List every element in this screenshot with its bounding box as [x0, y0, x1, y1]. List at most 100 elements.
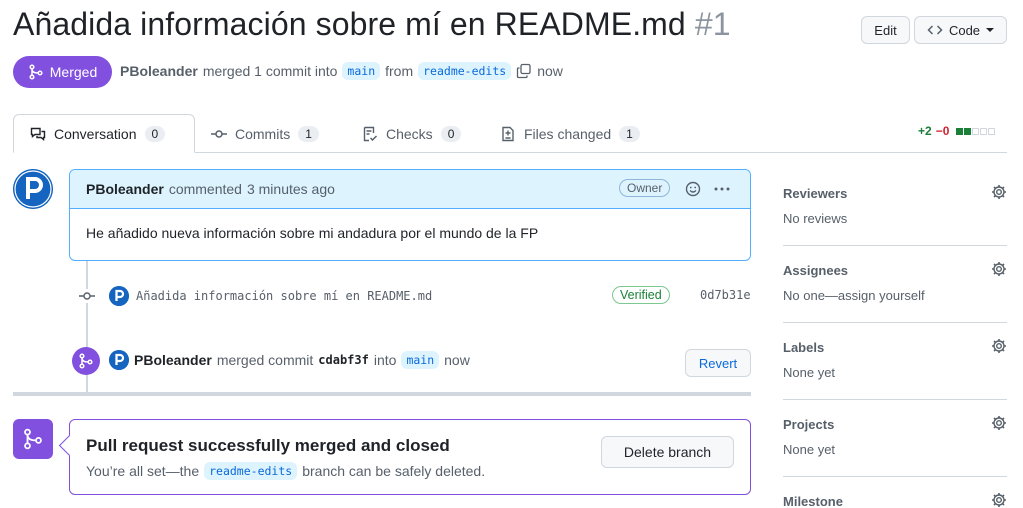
tab-checks[interactable]: Checks 0 [362, 114, 462, 153]
merged-text: merged 1 commit into [202, 63, 338, 79]
merge-status-suffix: branch can be safely deleted. [302, 463, 486, 479]
tab-checks-label: Checks [386, 125, 433, 142]
sidebar-divider [783, 245, 1007, 246]
git-merge-icon [79, 353, 93, 369]
checklist-icon [363, 126, 378, 141]
comment-header: PBoleander commented 3 minutes ago Owner [70, 170, 750, 209]
chevron-down-icon [986, 28, 995, 32]
merge-into-text: into [373, 352, 397, 368]
sidebar-divider [783, 322, 1007, 323]
merged-state-badge: Merged [13, 56, 112, 88]
merge-status-title: Pull request successfully merged and clo… [86, 436, 450, 455]
diffstat-additions: +2 [918, 124, 932, 138]
user-avatar-icon [109, 286, 129, 306]
sidebar-assignees-title: Assignees [783, 263, 849, 278]
sidebar-labels-title: Labels [783, 340, 825, 355]
tab-commits-count: 1 [298, 125, 319, 142]
gear-icon[interactable] [991, 492, 1007, 508]
merge-status-box: Pull request successfully merged and clo… [69, 419, 751, 495]
merge-target-branch[interactable]: main [401, 351, 440, 369]
tab-files-changed-label: Files changed [524, 125, 612, 142]
sidebar-divider [783, 399, 1007, 400]
owner-badge: Owner [619, 179, 671, 197]
kebab-horizontal-icon[interactable] [713, 181, 731, 197]
commit-row: Añadida información sobre mí en README.m… [109, 285, 751, 307]
commit-author-avatar[interactable] [109, 286, 129, 306]
sidebar-labels[interactable]: Labels None yet [783, 338, 1007, 380]
merge-status-subtitle: You’re all set—the readme-edits branch c… [86, 462, 485, 480]
merge-status-branch: readme-edits [204, 462, 298, 480]
sidebar-projects-value: None yet [783, 442, 836, 457]
comment-body: He añadido nueva información sobre mi an… [86, 225, 539, 241]
delete-branch-label: Delete branch [623, 444, 712, 460]
diffstat-bar [955, 127, 996, 135]
sidebar-projects-title: Projects [783, 417, 835, 432]
sidebar-reviewers-value: No reviews [783, 211, 848, 226]
pr-title: Añadida información sobre mí en README.m… [13, 6, 731, 43]
timeline-break [13, 392, 751, 396]
sidebar-projects[interactable]: Projects None yet [783, 415, 1007, 457]
user-avatar-icon [109, 350, 129, 370]
commit-message-link[interactable]: Añadida información sobre mí en README.m… [136, 289, 432, 303]
pr-number: #1 [694, 6, 731, 42]
code-button-label: Code [948, 22, 981, 38]
sidebar-milestone[interactable]: Milestone [783, 492, 1007, 508]
commit-sha-link[interactable]: 0d7b31e [700, 288, 751, 302]
comment-author[interactable]: PBoleander [86, 181, 164, 197]
diffstat-deletions: −0 [935, 124, 950, 138]
sidebar-milestone-title: Milestone [783, 494, 843, 508]
file-diff-icon [502, 126, 514, 141]
author-link[interactable]: PBoleander [120, 63, 198, 79]
merged-time: now [537, 63, 563, 79]
merged-state-label: Merged [49, 64, 98, 80]
sidebar-reviewers[interactable]: Reviewers No reviews [783, 184, 1007, 226]
tab-commits[interactable]: Commits 1 [211, 114, 319, 153]
smiley-icon[interactable] [685, 181, 701, 197]
edit-button-label: Edit [874, 22, 897, 38]
comment-box: PBoleander commented 3 minutes ago Owner… [69, 169, 751, 261]
delete-branch-button[interactable]: Delete branch [601, 436, 734, 468]
pr-title-text: Añadida información sobre mí en README.m… [13, 6, 686, 42]
gear-icon[interactable] [991, 338, 1007, 354]
merge-event-row: PBoleander merged commit cdabf3f into ma… [109, 349, 470, 371]
git-merge-icon [24, 428, 42, 450]
tab-checks-count: 0 [440, 125, 462, 142]
from-text: from [385, 63, 414, 79]
head-branch[interactable]: readme-edits [418, 62, 512, 80]
sidebar-labels-value: None yet [783, 365, 836, 380]
git-commit-icon [211, 129, 227, 138]
tab-files-changed-count: 1 [619, 125, 640, 142]
comment-discussion-icon [30, 127, 46, 141]
edit-button[interactable]: Edit [861, 16, 910, 44]
tab-conversation-count: 0 [144, 125, 166, 142]
merge-author-link[interactable]: PBoleander [134, 352, 212, 368]
tab-files-changed[interactable]: Files changed 1 [500, 114, 640, 153]
merge-action: merged commit [216, 352, 314, 368]
sidebar-divider [783, 476, 1007, 477]
avatar[interactable] [13, 169, 53, 209]
merge-commit-sha[interactable]: cdabf3f [318, 353, 369, 367]
gear-icon[interactable] [991, 261, 1007, 277]
tab-conversation[interactable]: Conversation 0 [13, 114, 195, 153]
base-branch[interactable]: main [342, 62, 381, 80]
merge-event-badge [72, 347, 100, 375]
git-commit-icon [78, 289, 96, 303]
sidebar-assignees[interactable]: Assignees No one—assign yourself [783, 261, 1007, 303]
sidebar-assignees-value: No one—assign yourself [783, 288, 925, 303]
copy-icon[interactable] [516, 63, 532, 79]
merge-time: now [444, 352, 470, 368]
merge-author-avatar[interactable] [109, 350, 129, 370]
gear-icon[interactable] [991, 415, 1007, 431]
tab-conversation-label: Conversation [54, 125, 137, 142]
merged-status-icon-box [13, 419, 53, 459]
gear-icon[interactable] [991, 184, 1007, 200]
revert-button[interactable]: Revert [685, 349, 751, 377]
code-button[interactable]: Code [914, 16, 1007, 44]
diffstat: +2 −0 [918, 124, 996, 138]
comment-action: commented [168, 181, 242, 197]
user-avatar-icon [13, 169, 53, 209]
tab-commits-label: Commits [235, 125, 291, 142]
pr-meta: PBoleander merged 1 commit into main fro… [120, 62, 563, 80]
comment-time[interactable]: 3 minutes ago [247, 181, 335, 197]
verified-badge[interactable]: Verified [612, 286, 670, 304]
